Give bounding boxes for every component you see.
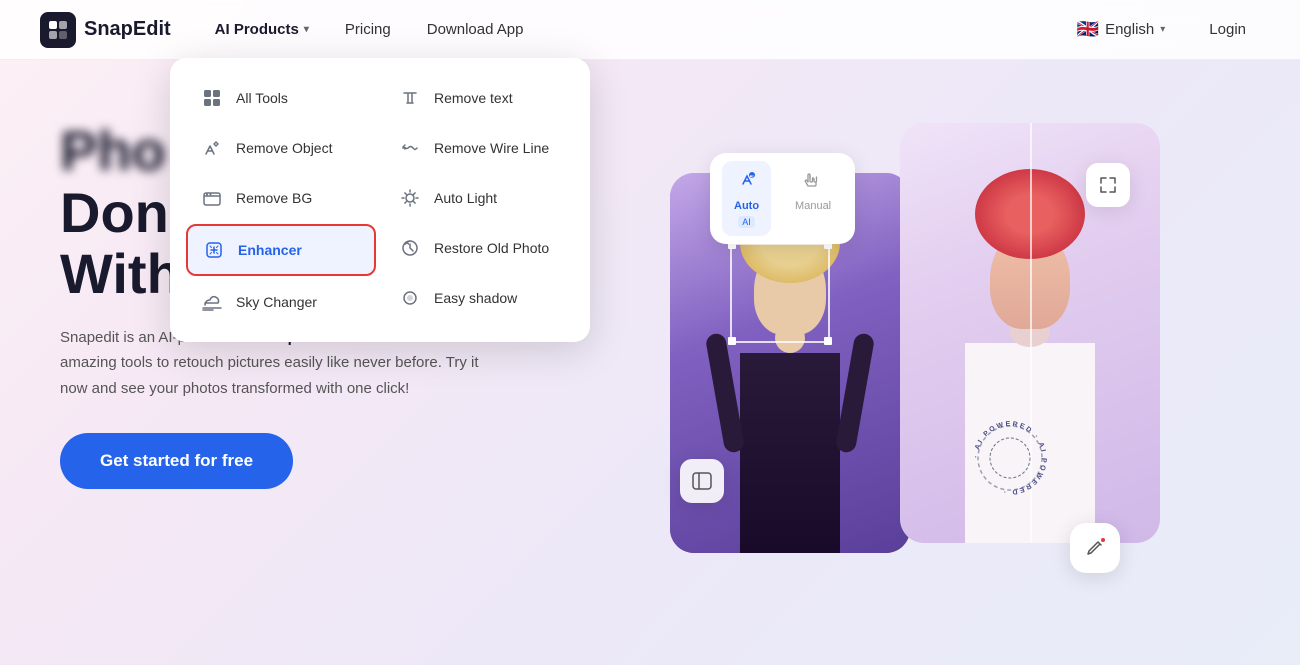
dropdown-item-auto-light[interactable]: Auto Light [384,174,574,222]
dropdown-col-left: All Tools Remove Object Remove BG [186,74,376,326]
manual-icon [802,169,824,196]
manual-label: Manual [795,200,831,212]
ai-powered-badge: · AI POWERED · AI POWERED · [965,413,1055,503]
dropdown-item-all-tools[interactable]: All Tools [186,74,376,122]
dropdown-item-restore-photo[interactable]: Restore Old Photo [384,224,574,272]
dropdown-item-remove-text[interactable]: Remove text [384,74,574,122]
login-button[interactable]: Login [1195,15,1260,44]
nav-right: 🇬🇧 English ▾ Login [1067,13,1260,46]
hero-right: AI Auto AI Manual [560,100,1240,625]
logo[interactable]: SnapEdit [40,12,171,48]
sky-changer-label: Sky Changer [236,294,317,310]
restore-photo-label: Restore Old Photo [434,240,549,256]
dropdown-item-remove-bg[interactable]: Remove BG [186,174,376,222]
auto-manual-toggle: AI Auto AI Manual [710,153,855,244]
dropdown-item-remove-object[interactable]: Remove Object [186,124,376,172]
remove-object-label: Remove Object [236,140,332,156]
nav-pricing-label: Pricing [345,21,391,38]
logo-icon [40,12,76,48]
hero-title-blurred: Pho [60,119,166,182]
remove-text-icon [396,84,424,112]
nav-download-label: Download App [427,21,524,38]
chevron-down-icon: ▾ [304,24,309,35]
svg-text:· AI POWERED · AI POWERED ·: · AI POWERED · AI POWERED · [973,420,1047,494]
remove-wire-label: Remove Wire Line [434,140,549,156]
easy-shadow-icon [396,284,424,312]
dropdown-item-remove-wire[interactable]: Remove Wire Line [384,124,574,172]
auto-light-label: Auto Light [434,190,497,206]
dropdown-item-enhancer[interactable]: Enhancer [186,224,376,276]
edit-button[interactable] [1070,523,1120,573]
remove-object-icon [198,134,226,162]
dropdown-item-easy-shadow[interactable]: Easy shadow [384,274,574,322]
nav-item-ai-products[interactable]: AI Products ▾ [201,13,323,46]
manual-option[interactable]: Manual [783,161,843,236]
easy-shadow-label: Easy shadow [434,290,517,306]
selection-box [730,243,830,343]
sky-changer-icon [198,288,226,316]
lang-chevron-icon: ▾ [1160,24,1165,35]
nav-item-pricing[interactable]: Pricing [331,13,405,46]
nav-item-download-app[interactable]: Download App [413,13,538,46]
nav-links: AI Products ▾ Pricing Download App [201,13,1067,46]
ai-products-dropdown: All Tools Remove Object Remove BG [170,58,590,342]
language-label: English [1105,21,1154,38]
nav-ai-products-label: AI Products [215,21,299,38]
enhancer-icon [200,236,228,264]
flag-icon: 🇬🇧 [1077,19,1099,40]
auto-option[interactable]: AI Auto AI [722,161,771,236]
dropdown-col-right: Remove text Remove Wire Line Auto Light [384,74,574,326]
all-tools-label: All Tools [236,90,288,106]
enhancer-label: Enhancer [238,242,302,258]
image-container: AI Auto AI Manual [660,123,1140,603]
remove-bg-label: Remove BG [236,190,312,206]
auto-light-icon [396,184,424,212]
sidebar-toggle-button[interactable] [680,459,724,503]
auto-label: Auto [734,200,759,212]
get-started-button[interactable]: Get started for free [60,433,293,489]
brand-name: SnapEdit [84,18,171,41]
all-tools-icon [198,84,226,112]
svg-text:AI: AI [749,173,753,178]
remove-text-label: Remove text [434,90,513,106]
expand-button[interactable] [1086,163,1130,207]
navbar: SnapEdit AI Products ▾ Pricing Download … [0,0,1300,60]
ai-badge-small: AI [738,216,755,228]
restore-photo-icon [396,234,424,262]
auto-icon: AI [736,169,758,196]
remove-bg-icon [198,184,226,212]
language-selector[interactable]: 🇬🇧 English ▾ [1067,13,1176,46]
remove-wire-icon [396,134,424,162]
dropdown-item-sky-changer[interactable]: Sky Changer [186,278,376,326]
